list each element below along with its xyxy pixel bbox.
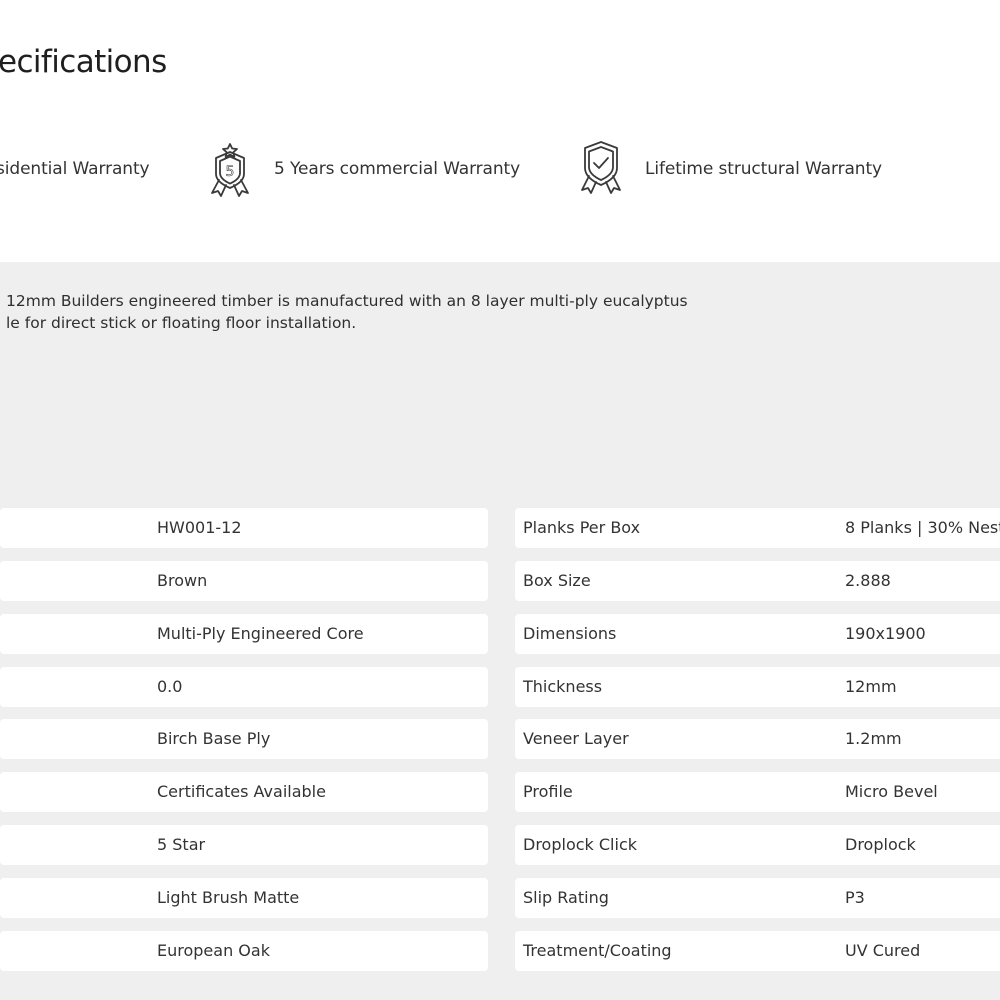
spec-value: UV Cured xyxy=(845,941,921,960)
spec-label: Profile xyxy=(523,782,573,801)
spec-label: Veneer Layer xyxy=(523,729,629,748)
product-description: 12mm Builders engineered timber is manuf… xyxy=(6,290,996,334)
spec-row: Multi-Ply Engineered Core xyxy=(0,614,488,654)
spec-row: HW001-12 xyxy=(0,508,488,548)
spec-row: 5 Star xyxy=(0,825,488,865)
spec-label: Droplock Click xyxy=(523,835,637,854)
spec-row: Veneer Layer 1.2mm xyxy=(515,719,1000,759)
spec-value: 5 Star xyxy=(157,835,206,854)
spec-row: Droplock Click Droplock xyxy=(515,825,1000,865)
spec-value: 190x1900 xyxy=(845,624,926,643)
spec-label: Box Size xyxy=(523,571,591,590)
warranty-label: sidential Warranty xyxy=(0,159,150,179)
spec-row: Planks Per Box 8 Planks | 30% Neste xyxy=(515,508,1000,548)
spec-value: 8 Planks | 30% Neste xyxy=(845,518,1000,537)
warranty-structural: Lifetime structural Warranty xyxy=(573,138,882,200)
warranty-list: sidential Warranty 5 5 Years commercial … xyxy=(0,138,1000,200)
spec-value: Multi-Ply Engineered Core xyxy=(157,624,364,643)
description-line: 12mm Builders engineered timber is manuf… xyxy=(6,292,688,310)
description-line: le for direct stick or floating floor in… xyxy=(6,314,357,332)
spec-row: Profile Micro Bevel xyxy=(515,772,1000,812)
badge-5-years-icon: 5 xyxy=(202,138,258,200)
spec-value: 12mm xyxy=(845,677,897,696)
spec-row: Brown xyxy=(0,561,488,601)
svg-text:5: 5 xyxy=(226,164,235,180)
warranty-label: 5 Years commercial Warranty xyxy=(274,159,521,179)
spec-value: Brown xyxy=(157,571,208,590)
spec-label: Planks Per Box xyxy=(523,518,641,537)
spec-value: 1.2mm xyxy=(845,729,902,748)
spec-value: P3 xyxy=(845,888,865,907)
spec-row: Light Brush Matte xyxy=(0,878,488,918)
spec-value: Birch Base Ply xyxy=(157,729,271,748)
spec-row: Birch Base Ply xyxy=(0,719,488,759)
spec-row: Treatment/Coating UV Cured xyxy=(515,931,1000,971)
spec-row: Box Size 2.888 xyxy=(515,561,1000,601)
spec-row: Certificates Available xyxy=(0,772,488,812)
warranty-label: Lifetime structural Warranty xyxy=(645,159,882,179)
spec-value: 0.0 xyxy=(157,677,183,696)
shield-check-badge-icon xyxy=(573,138,629,200)
spec-row: European Oak xyxy=(0,931,488,971)
spec-value: 2.888 xyxy=(845,571,891,590)
spec-row: 0.0 xyxy=(0,667,488,707)
spec-label: Treatment/Coating xyxy=(523,941,672,960)
spec-value: Droplock xyxy=(845,835,916,854)
spec-value: European Oak xyxy=(157,941,270,960)
spec-value: Certificates Available xyxy=(157,782,326,801)
specifications-heading: ecifications xyxy=(0,44,167,80)
warranty-residential: sidential Warranty xyxy=(0,138,150,200)
product-specifications-page: ecifications sidential Warranty 5 5 Year… xyxy=(0,0,1000,1000)
spec-value: HW001-12 xyxy=(157,518,242,537)
spec-label: Dimensions xyxy=(523,624,617,643)
spec-label: Slip Rating xyxy=(523,888,609,907)
warranty-commercial: 5 5 Years commercial Warranty xyxy=(202,138,520,200)
spec-row: Thickness 12mm xyxy=(515,667,1000,707)
specifications-panel: 12mm Builders engineered timber is manuf… xyxy=(0,262,1000,1000)
spec-row: Slip Rating P3 xyxy=(515,878,1000,918)
spec-label: Thickness xyxy=(523,677,603,696)
spec-value: Light Brush Matte xyxy=(157,888,300,907)
spec-value: Micro Bevel xyxy=(845,782,938,801)
spec-row: Dimensions 190x1900 xyxy=(515,614,1000,654)
